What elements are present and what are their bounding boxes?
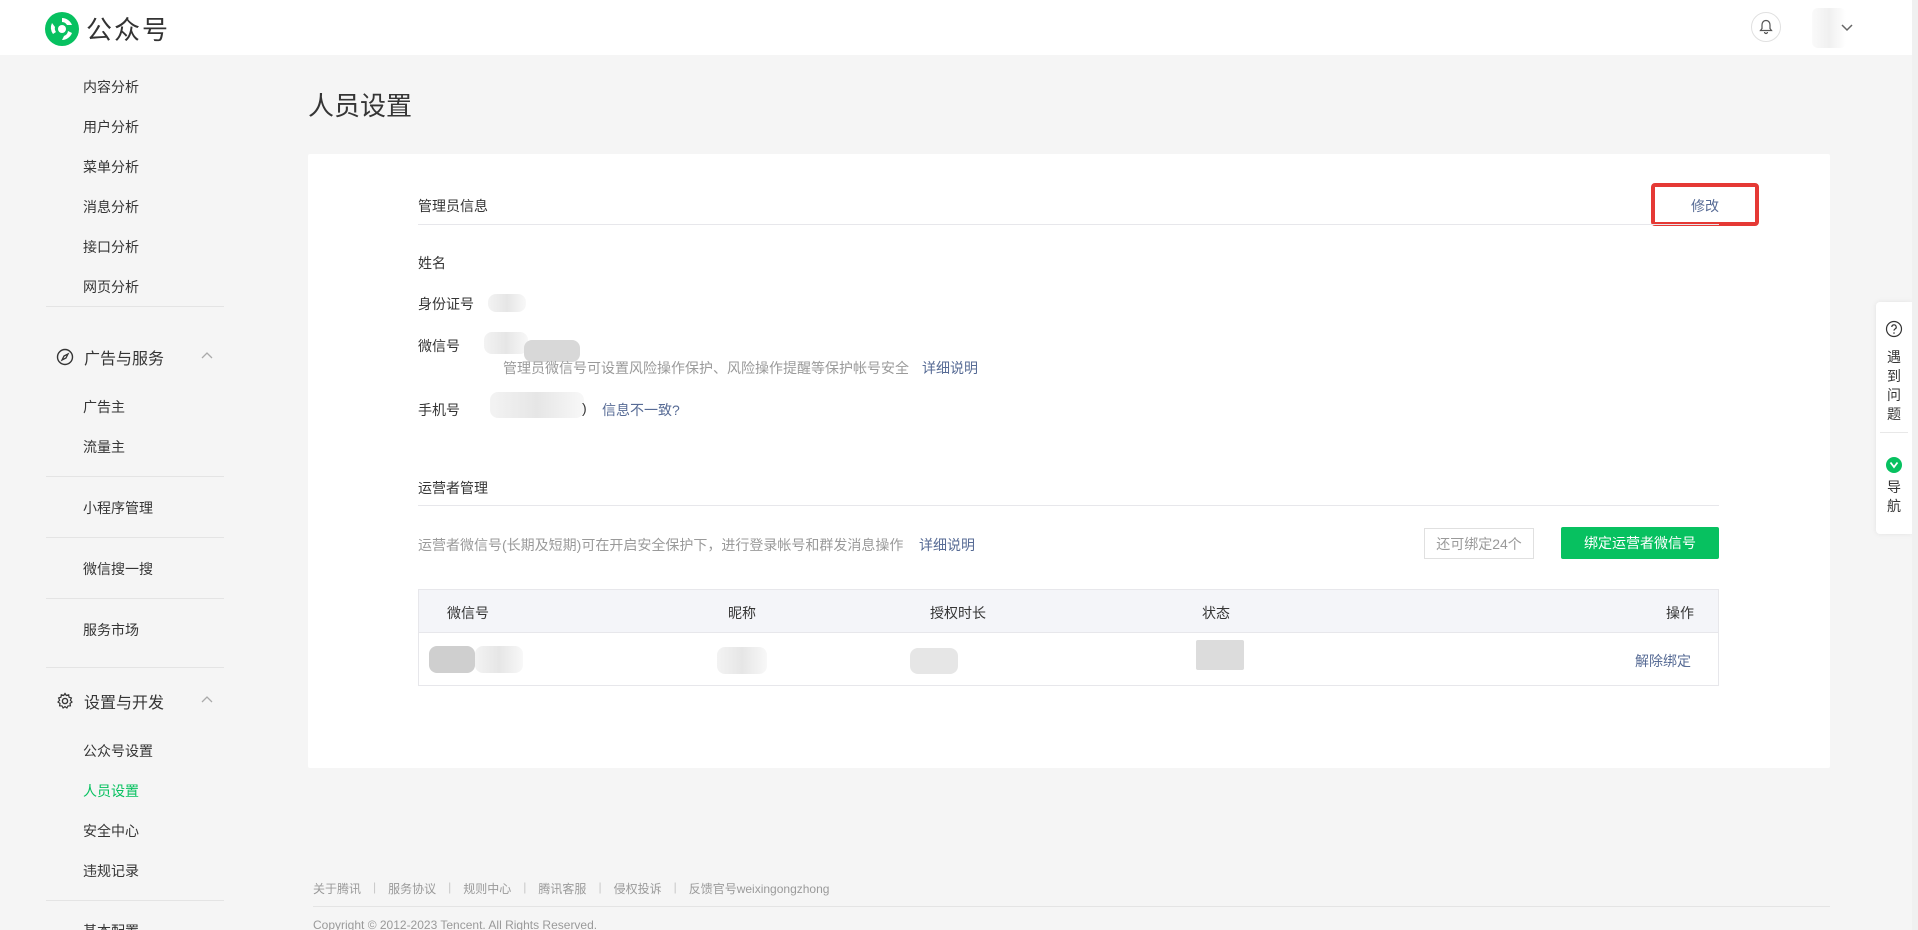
top-bar: 公众号 [0, 0, 1918, 55]
sidebar-divider [46, 598, 224, 599]
sidebar-divider [46, 476, 224, 477]
phone-value-redacted [490, 392, 584, 418]
wechat-label: 微信号 [418, 338, 460, 354]
column-header-status: 状态 [1202, 605, 1230, 621]
sidebar-group-settings-dev[interactable]: 设置与开发 [56, 689, 164, 713]
footer-separator: | [598, 880, 602, 894]
column-header-wechat: 微信号 [447, 605, 489, 621]
footer-link-about[interactable]: 关于腾讯 [313, 880, 361, 897]
sidebar-item-web-analysis[interactable]: 网页分析 [83, 277, 139, 297]
table-header: 微信号 昵称 授权时长 状态 操作 [419, 590, 1718, 633]
footer-divider [313, 906, 1830, 907]
column-header-nickname: 昵称 [728, 605, 756, 621]
copyright: Copyright © 2012-2023 Tencent. All Right… [313, 918, 598, 930]
operator-nickname-redacted [717, 647, 767, 674]
footer-link-support[interactable]: 腾讯客服 [538, 880, 586, 897]
sidebar-item-content-analysis[interactable]: 内容分析 [83, 77, 139, 97]
float-panel-divider [1880, 432, 1908, 433]
operators-detail-link[interactable]: 详细说明 [919, 535, 975, 555]
logo-text: 公众号 [86, 15, 171, 45]
sidebar-item-api-analysis[interactable]: 接口分析 [83, 237, 139, 257]
phone-label: 手机号 [418, 402, 460, 418]
section-divider [418, 224, 1719, 225]
footer-link-infringement[interactable]: 侵权投诉 [614, 880, 662, 897]
sidebar-group-ads-services[interactable]: 广告与服务 [56, 345, 164, 369]
bell-icon [1759, 19, 1773, 35]
sidebar-item-advertiser[interactable]: 广告主 [83, 397, 125, 417]
chevron-up-icon[interactable] [200, 351, 214, 361]
sidebar-item-user-analysis[interactable]: 用户分析 [83, 117, 139, 137]
help-button[interactable]: 遇到问题 [1887, 348, 1903, 424]
notification-bell-button[interactable] [1751, 12, 1781, 42]
footer-link-terms[interactable]: 服务协议 [388, 880, 436, 897]
name-label: 姓名 [418, 255, 446, 271]
phone-suffix: ) [582, 400, 587, 416]
logo[interactable]: 公众号 [44, 10, 170, 47]
footer-separator: | [373, 880, 377, 894]
chevron-down-icon[interactable] [1840, 22, 1854, 32]
operator-wechat-redacted [429, 646, 475, 673]
footer-link-rules[interactable]: 规则中心 [463, 880, 511, 897]
sidebar-divider [46, 900, 224, 901]
sidebar-item-account-settings[interactable]: 公众号设置 [83, 741, 153, 761]
bind-quota-badge: 还可绑定24个 [1424, 528, 1534, 559]
sidebar-divider [46, 306, 224, 307]
question-circle-icon [1885, 320, 1903, 338]
operator-status-redacted [1196, 640, 1244, 670]
section-divider [418, 505, 1719, 506]
sidebar-item-basic-config[interactable]: 基本配置 [83, 921, 139, 930]
operator-wechat-redacted [475, 646, 523, 673]
wechat-hint: 管理员微信号可设置风险操作保护、风险操作提醒等保护帐号安全 [503, 360, 909, 376]
wechat-detail-link[interactable]: 详细说明 [922, 358, 978, 378]
sidebar-group-ads-label: 广告与服务 [84, 351, 165, 368]
navigation-button[interactable]: 导航 [1887, 478, 1903, 516]
column-header-auth-duration: 授权时长 [930, 605, 986, 621]
footer-link-feedback[interactable]: 反馈官号weixingongzhong [689, 880, 830, 897]
unbind-operator-link[interactable]: 解除绑定 [1635, 651, 1691, 671]
sidebar-divider [46, 667, 224, 668]
operators-description: 运营者微信号(长期及短期)可在开启安全保护下，进行登录帐号和群发消息操作 [418, 537, 904, 553]
navigation-icon [1886, 457, 1902, 473]
column-header-action: 操作 [1666, 605, 1694, 621]
sidebar-item-menu-analysis[interactable]: 菜单分析 [83, 157, 139, 177]
bind-operator-button[interactable]: 绑定运营者微信号 [1561, 527, 1719, 559]
page-title: 人员设置 [308, 91, 413, 121]
operators-table: 微信号 昵称 授权时长 状态 操作 解除绑定 [418, 589, 1719, 686]
sidebar-item-miniprogram[interactable]: 小程序管理 [83, 498, 153, 518]
sidebar-item-wechat-search[interactable]: 微信搜一搜 [83, 559, 153, 579]
phone-mismatch-link[interactable]: 信息不一致? [602, 400, 680, 420]
compass-icon [56, 348, 74, 366]
footer-separator: | [523, 880, 527, 894]
id-label: 身份证号 [418, 296, 474, 312]
sidebar-divider [46, 537, 224, 538]
sidebar-item-security-center[interactable]: 安全中心 [83, 821, 139, 841]
floating-help-panel: 遇到问题 导航 [1876, 302, 1912, 534]
wechat-value-redacted [484, 332, 528, 354]
sidebar-item-publisher[interactable]: 流量主 [83, 437, 125, 457]
sidebar: 内容分析 用户分析 菜单分析 消息分析 接口分析 网页分析 广告与服务 广告主 … [0, 55, 280, 930]
chevron-up-icon[interactable] [200, 695, 214, 705]
highlight-box [1651, 183, 1759, 226]
operator-duration-redacted [910, 648, 958, 674]
gear-icon [57, 692, 73, 709]
sidebar-item-service-market[interactable]: 服务市场 [83, 620, 139, 640]
footer-separator: | [673, 880, 677, 894]
footer-links: 关于腾讯 | 服务协议 | 规则中心 | 腾讯客服 | 侵权投诉 | 反馈官号w… [313, 880, 829, 897]
sidebar-group-settings-label: 设置与开发 [84, 695, 165, 712]
wechat-official-logo-icon [45, 11, 79, 46]
sidebar-item-personnel-settings[interactable]: 人员设置 [83, 781, 139, 801]
sidebar-item-violation-records[interactable]: 违规记录 [83, 861, 139, 881]
footer-separator: | [448, 880, 452, 894]
sidebar-item-message-analysis[interactable]: 消息分析 [83, 197, 139, 217]
operators-section-title: 运营者管理 [418, 480, 488, 496]
id-value-redacted [488, 294, 526, 312]
admin-section-title: 管理员信息 [418, 198, 488, 214]
scrollbar[interactable] [1912, 0, 1918, 930]
